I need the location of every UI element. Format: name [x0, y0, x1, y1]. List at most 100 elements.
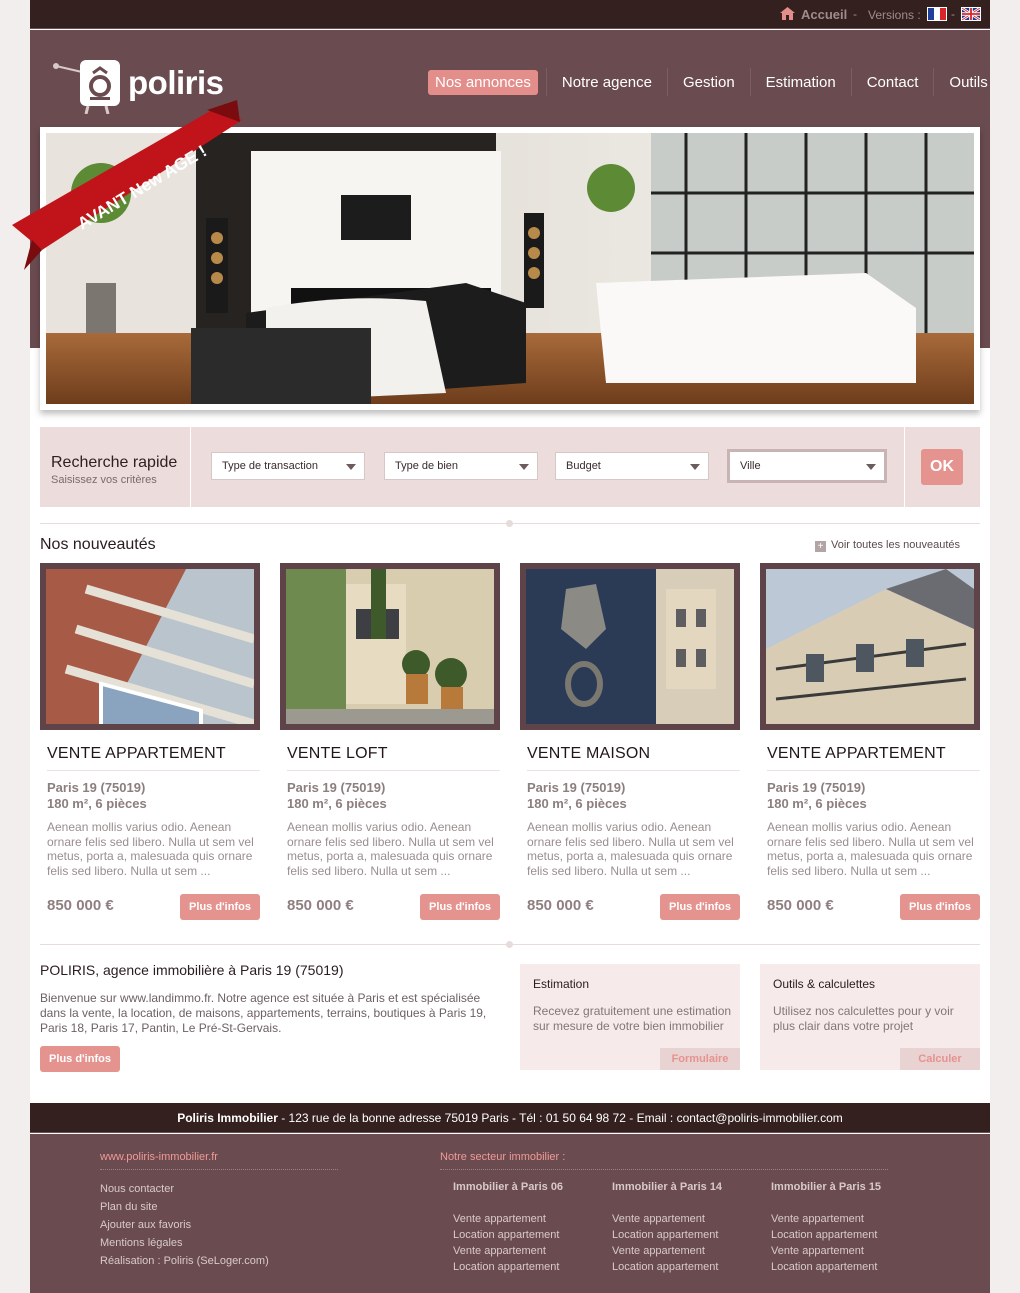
see-all-link[interactable]: + Voir toutes les nouveautés [815, 539, 960, 552]
nav-divider [850, 68, 852, 96]
listing-price: 850 000 € [767, 897, 834, 914]
listing-description: Aenean mollis varius odio. Aenean ornare… [47, 820, 254, 878]
listing-title[interactable]: VENTE LOFT [287, 745, 388, 763]
more-info-button[interactable]: Plus d'infos [900, 894, 980, 920]
english-flag-icon[interactable] [961, 7, 981, 21]
divider [100, 1169, 338, 1170]
listing-photo-frame[interactable] [280, 563, 500, 730]
divider [190, 427, 191, 507]
property-type-select[interactable]: Type de bien [384, 452, 538, 480]
listing-photo-frame[interactable] [520, 563, 740, 730]
search-title: Recherche rapide [51, 454, 178, 471]
home-icon[interactable] [780, 7, 795, 20]
footer-link[interactable]: Réalisation : Poliris (SeLoger.com) [100, 1252, 269, 1270]
column-title[interactable]: Immobilier à Paris 06 [453, 1181, 563, 1193]
chevron-down-icon [519, 464, 529, 470]
footer-link[interactable]: Location appartement [612, 1259, 722, 1275]
footer-link[interactable]: Location appartement [771, 1259, 881, 1275]
column-title[interactable]: Immobilier à Paris 15 [771, 1181, 881, 1193]
footer-column: Immobilier à Paris 14 Vente appartement … [612, 1181, 722, 1275]
top-bar: Accueil - Versions : - [30, 0, 990, 29]
nav-estimation[interactable]: Estimation [759, 70, 843, 95]
section-divider [40, 941, 980, 948]
box-title: Estimation [533, 977, 590, 991]
listing-photo[interactable] [286, 569, 494, 724]
footer-link[interactable]: Location appartement [453, 1227, 563, 1243]
calculate-button[interactable]: Calculer [900, 1048, 980, 1070]
footer-link[interactable]: Mentions légales [100, 1234, 269, 1252]
separator: - [951, 7, 955, 21]
nav-nos-annonces[interactable]: Nos annonces [428, 69, 538, 95]
footer-link[interactable]: Ajouter aux favoris [100, 1216, 269, 1234]
nav-contact[interactable]: Contact [860, 70, 926, 95]
footer-link[interactable]: Location appartement [453, 1259, 563, 1275]
footer-link[interactable]: Vente appartement [771, 1243, 881, 1259]
company-name: Poliris Immobilier [177, 1111, 278, 1125]
home-link[interactable]: Accueil [801, 7, 847, 22]
listing-photo[interactable] [766, 569, 974, 724]
listing-title[interactable]: VENTE MAISON [527, 745, 650, 763]
listing-size: 180 m², 6 pièces [767, 796, 867, 811]
estimation-box: Estimation Recevez gratuitement une esti… [520, 964, 740, 1070]
column-title[interactable]: Immobilier à Paris 14 [612, 1181, 722, 1193]
footer-link[interactable]: Plan du site [100, 1198, 269, 1216]
footer-link[interactable]: Vente appartement [612, 1211, 722, 1227]
listing-size: 180 m², 6 pièces [527, 796, 627, 811]
agency-more-info-button[interactable]: Plus d'infos [40, 1046, 120, 1072]
footer-link[interactable]: Vente appartement [771, 1211, 881, 1227]
footer-link[interactable]: Vente appartement [453, 1243, 563, 1259]
divider [287, 770, 500, 771]
chevron-down-icon [346, 464, 356, 470]
plus-icon: + [815, 541, 826, 552]
footer-link[interactable]: Location appartement [771, 1227, 881, 1243]
listing-photo-frame[interactable] [40, 563, 260, 730]
page: Accueil - Versions : - poliris Nos annon… [12, 0, 990, 1293]
tools-box: Outils & calculettes Utilisez nos calcul… [760, 964, 980, 1070]
listing-price: 850 000 € [287, 897, 354, 914]
budget-select[interactable]: Budget [555, 452, 709, 480]
divider [767, 770, 980, 771]
agency-title: POLIRIS, agence immobilière à Paris 19 (… [40, 962, 344, 978]
form-button[interactable]: Formulaire [660, 1048, 740, 1070]
listing-price: 850 000 € [47, 897, 114, 914]
city-select[interactable]: Ville [727, 449, 887, 483]
footer-column: Immobilier à Paris 06 Vente appartement … [453, 1181, 563, 1275]
listing-photo[interactable] [46, 569, 254, 724]
budget-value: Budget [566, 460, 601, 472]
footer-link[interactable]: Nous contacter [100, 1180, 269, 1198]
listing-city: Paris 19 (75019) [527, 780, 626, 795]
listing-size: 180 m², 6 pièces [287, 796, 387, 811]
transaction-type-select[interactable]: Type de transaction [211, 452, 365, 480]
search-ok-button[interactable]: OK [921, 449, 963, 485]
contact-bar: Poliris Immobilier - 123 rue de la bonne… [30, 1103, 990, 1133]
listing-photo-frame[interactable] [760, 563, 980, 730]
more-info-button[interactable]: Plus d'infos [660, 894, 740, 920]
quick-search: Recherche rapide Saisissez vos critères … [40, 427, 980, 507]
chevron-down-icon [690, 464, 700, 470]
listings-title: Nos nouveautés [40, 536, 156, 553]
footer-link[interactable]: Location appartement [612, 1227, 722, 1243]
listing-card: VENTE LOFT Paris 19 (75019) 180 m², 6 pi… [280, 563, 500, 923]
property-type-value: Type de bien [395, 460, 458, 472]
footer-link[interactable]: Vente appartement [612, 1243, 722, 1259]
see-all-label: Voir toutes les nouveautés [831, 539, 961, 551]
divider [47, 770, 260, 771]
nav-divider [749, 68, 751, 96]
listing-size: 180 m², 6 pièces [47, 796, 147, 811]
listing-title[interactable]: VENTE APPARTEMENT [767, 745, 946, 763]
french-flag-icon[interactable] [927, 7, 947, 21]
footer-link[interactable]: Vente appartement [453, 1211, 563, 1227]
footer-site-link[interactable]: www.poliris-immobilier.fr [100, 1151, 218, 1163]
listing-title[interactable]: VENTE APPARTEMENT [47, 745, 226, 763]
listing-description: Aenean mollis varius odio. Aenean ornare… [767, 820, 974, 878]
more-info-button[interactable]: Plus d'infos [180, 894, 260, 920]
nav-notre-agence[interactable]: Notre agence [555, 70, 659, 95]
nav-outils[interactable]: Outils [942, 70, 994, 95]
listing-photo[interactable] [526, 569, 734, 724]
divider [440, 1169, 888, 1170]
more-info-button[interactable]: Plus d'infos [420, 894, 500, 920]
nav-gestion[interactable]: Gestion [676, 70, 742, 95]
box-text: Recevez gratuitement une estimation sur … [533, 1004, 732, 1033]
listing-card: VENTE APPARTEMENT Paris 19 (75019) 180 m… [40, 563, 260, 923]
listing-city: Paris 19 (75019) [47, 780, 146, 795]
